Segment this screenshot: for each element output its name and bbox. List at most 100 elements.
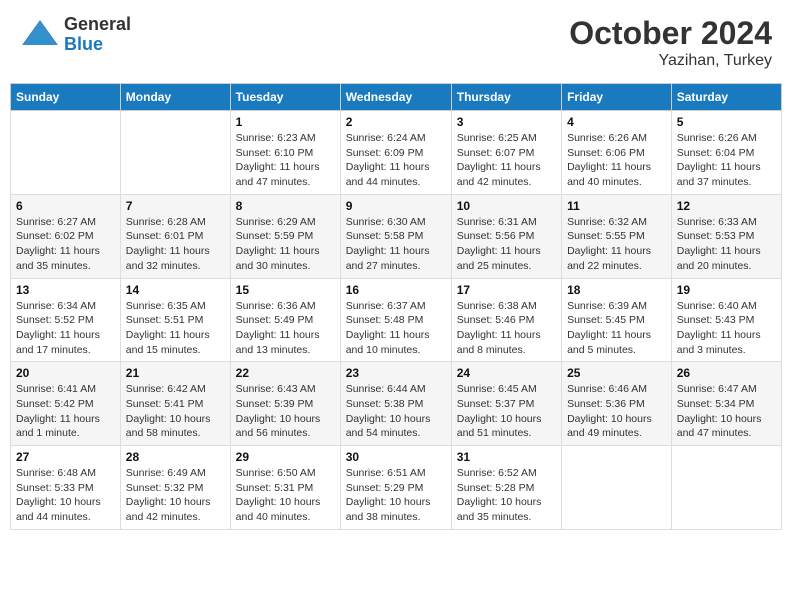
week-row-2: 6Sunrise: 6:27 AM Sunset: 6:02 PM Daylig… <box>11 194 782 278</box>
week-row-3: 13 Sunrise: 6:34 AM Sunset: 5:52 PM Dayli… <box>11 278 782 362</box>
day-number: 15 <box>236 283 335 297</box>
day-info: Sunrise: 6:39 AM Sunset: 5:45 PM Dayligh… <box>567 299 666 358</box>
day-number: 27 <box>16 450 115 464</box>
day-cell: 30 Sunrise: 6:51 AM Sunset: 5:29 PM Dayli… <box>340 446 451 530</box>
weekday-header-friday: Friday <box>562 84 672 111</box>
day-info: Sunrise: 6:23 AM Sunset: 6:10 PM Dayligh… <box>236 131 335 190</box>
day-number: 10 <box>457 199 556 213</box>
day-info: Sunrise: 6:24 AM Sunset: 6:09 PM Dayligh… <box>346 131 446 190</box>
weekday-header-wednesday: Wednesday <box>340 84 451 111</box>
day-info: Sunrise: 6:41 AM Sunset: 5:42 PM Dayligh… <box>16 382 115 441</box>
day-cell: 25 Sunrise: 6:46 AM Sunset: 5:36 PM Dayli… <box>562 362 672 446</box>
day-cell: 1 Sunrise: 6:23 AM Sunset: 6:10 PM Daylig… <box>230 111 340 195</box>
weekday-header-saturday: Saturday <box>671 84 781 111</box>
day-number: 26 <box>677 366 776 380</box>
week-row-1: 1 Sunrise: 6:23 AM Sunset: 6:10 PM Daylig… <box>11 111 782 195</box>
day-info: Sunrise: 6:25 AM Sunset: 6:07 PM Dayligh… <box>457 131 556 190</box>
day-info: Sunrise: 6:48 AM Sunset: 5:33 PM Dayligh… <box>16 466 115 525</box>
day-number: 18 <box>567 283 666 297</box>
day-number: 5 <box>677 115 776 129</box>
day-cell: 20 Sunrise: 6:41 AM Sunset: 5:42 PM Dayli… <box>11 362 121 446</box>
week-row-5: 27 Sunrise: 6:48 AM Sunset: 5:33 PM Dayli… <box>11 446 782 530</box>
day-cell: 23Sunrise: 6:44 AM Sunset: 5:38 PM Dayli… <box>340 362 451 446</box>
day-cell: 12Sunrise: 6:33 AM Sunset: 5:53 PM Dayli… <box>671 194 781 278</box>
day-info: Sunrise: 6:43 AM Sunset: 5:39 PM Dayligh… <box>236 382 335 441</box>
day-number: 7 <box>126 199 225 213</box>
day-cell: 29 Sunrise: 6:50 AM Sunset: 5:31 PM Dayli… <box>230 446 340 530</box>
day-info: Sunrise: 6:26 AM Sunset: 6:04 PM Dayligh… <box>677 131 776 190</box>
day-info: Sunrise: 6:38 AM Sunset: 5:46 PM Dayligh… <box>457 299 556 358</box>
day-cell: 8Sunrise: 6:29 AM Sunset: 5:59 PM Daylig… <box>230 194 340 278</box>
day-cell <box>120 111 230 195</box>
day-info: Sunrise: 6:35 AM Sunset: 5:51 PM Dayligh… <box>126 299 225 358</box>
day-number: 4 <box>567 115 666 129</box>
day-number: 1 <box>236 115 335 129</box>
weekday-header-sunday: Sunday <box>11 84 121 111</box>
day-info: Sunrise: 6:46 AM Sunset: 5:36 PM Dayligh… <box>567 382 666 441</box>
day-cell: 9 Sunrise: 6:30 AM Sunset: 5:58 PM Daylig… <box>340 194 451 278</box>
day-cell: 14 Sunrise: 6:35 AM Sunset: 5:51 PM Dayli… <box>120 278 230 362</box>
day-cell: 6Sunrise: 6:27 AM Sunset: 6:02 PM Daylig… <box>11 194 121 278</box>
month-info: October 2024 Yazihan, Turkey <box>569 15 772 70</box>
day-info: Sunrise: 6:40 AM Sunset: 5:43 PM Dayligh… <box>677 299 776 358</box>
day-number: 6 <box>16 199 115 213</box>
weekday-header-monday: Monday <box>120 84 230 111</box>
day-info: Sunrise: 6:28 AM Sunset: 6:01 PM Dayligh… <box>126 215 225 274</box>
day-cell: 19Sunrise: 6:40 AM Sunset: 5:43 PM Dayli… <box>671 278 781 362</box>
day-number: 16 <box>346 283 446 297</box>
day-info: Sunrise: 6:31 AM Sunset: 5:56 PM Dayligh… <box>457 215 556 274</box>
day-number: 29 <box>236 450 335 464</box>
day-info: Sunrise: 6:37 AM Sunset: 5:48 PM Dayligh… <box>346 299 446 358</box>
day-number: 24 <box>457 366 556 380</box>
day-cell: 31 Sunrise: 6:52 AM Sunset: 5:28 PM Dayli… <box>451 446 561 530</box>
day-cell: 10 Sunrise: 6:31 AM Sunset: 5:56 PM Dayli… <box>451 194 561 278</box>
day-cell: 17 Sunrise: 6:38 AM Sunset: 5:46 PM Dayli… <box>451 278 561 362</box>
day-info: Sunrise: 6:30 AM Sunset: 5:58 PM Dayligh… <box>346 215 446 274</box>
day-cell: 5 Sunrise: 6:26 AM Sunset: 6:04 PM Daylig… <box>671 111 781 195</box>
day-number: 8 <box>236 199 335 213</box>
weekday-header-row: SundayMondayTuesdayWednesdayThursdayFrid… <box>11 84 782 111</box>
day-number: 2 <box>346 115 446 129</box>
day-cell: 28 Sunrise: 6:49 AM Sunset: 5:32 PM Dayli… <box>120 446 230 530</box>
day-number: 3 <box>457 115 556 129</box>
day-cell: 24 Sunrise: 6:45 AM Sunset: 5:37 PM Dayli… <box>451 362 561 446</box>
day-cell: 27 Sunrise: 6:48 AM Sunset: 5:33 PM Dayli… <box>11 446 121 530</box>
day-cell: 15 Sunrise: 6:36 AM Sunset: 5:49 PM Dayli… <box>230 278 340 362</box>
logo-general-text: General <box>64 15 131 35</box>
day-cell: 26 Sunrise: 6:47 AM Sunset: 5:34 PM Dayli… <box>671 362 781 446</box>
day-cell: 3 Sunrise: 6:25 AM Sunset: 6:07 PM Daylig… <box>451 111 561 195</box>
day-cell: 4 Sunrise: 6:26 AM Sunset: 6:06 PM Daylig… <box>562 111 672 195</box>
day-info: Sunrise: 6:36 AM Sunset: 5:49 PM Dayligh… <box>236 299 335 358</box>
logo: General Blue <box>20 15 131 55</box>
day-info: Sunrise: 6:51 AM Sunset: 5:29 PM Dayligh… <box>346 466 446 525</box>
page-header: General Blue October 2024 Yazihan, Turke… <box>10 10 782 75</box>
day-cell: 2 Sunrise: 6:24 AM Sunset: 6:09 PM Daylig… <box>340 111 451 195</box>
day-info: Sunrise: 6:50 AM Sunset: 5:31 PM Dayligh… <box>236 466 335 525</box>
day-number: 20 <box>16 366 115 380</box>
day-cell: 22Sunrise: 6:43 AM Sunset: 5:39 PM Dayli… <box>230 362 340 446</box>
day-number: 17 <box>457 283 556 297</box>
day-number: 14 <box>126 283 225 297</box>
day-number: 30 <box>346 450 446 464</box>
day-number: 28 <box>126 450 225 464</box>
day-info: Sunrise: 6:52 AM Sunset: 5:28 PM Dayligh… <box>457 466 556 525</box>
day-info: Sunrise: 6:26 AM Sunset: 6:06 PM Dayligh… <box>567 131 666 190</box>
day-info: Sunrise: 6:45 AM Sunset: 5:37 PM Dayligh… <box>457 382 556 441</box>
day-cell: 13 Sunrise: 6:34 AM Sunset: 5:52 PM Dayli… <box>11 278 121 362</box>
day-info: Sunrise: 6:32 AM Sunset: 5:55 PM Dayligh… <box>567 215 666 274</box>
day-number: 13 <box>16 283 115 297</box>
day-info: Sunrise: 6:34 AM Sunset: 5:52 PM Dayligh… <box>16 299 115 358</box>
day-cell <box>11 111 121 195</box>
day-number: 23 <box>346 366 446 380</box>
location: Yazihan, Turkey <box>569 52 772 70</box>
day-cell: 18 Sunrise: 6:39 AM Sunset: 5:45 PM Dayli… <box>562 278 672 362</box>
day-number: 31 <box>457 450 556 464</box>
day-number: 9 <box>346 199 446 213</box>
day-info: Sunrise: 6:47 AM Sunset: 5:34 PM Dayligh… <box>677 382 776 441</box>
weekday-header-thursday: Thursday <box>451 84 561 111</box>
day-info: Sunrise: 6:33 AM Sunset: 5:53 PM Dayligh… <box>677 215 776 274</box>
weekday-header-tuesday: Tuesday <box>230 84 340 111</box>
day-number: 25 <box>567 366 666 380</box>
logo-icon <box>20 15 60 55</box>
day-info: Sunrise: 6:49 AM Sunset: 5:32 PM Dayligh… <box>126 466 225 525</box>
